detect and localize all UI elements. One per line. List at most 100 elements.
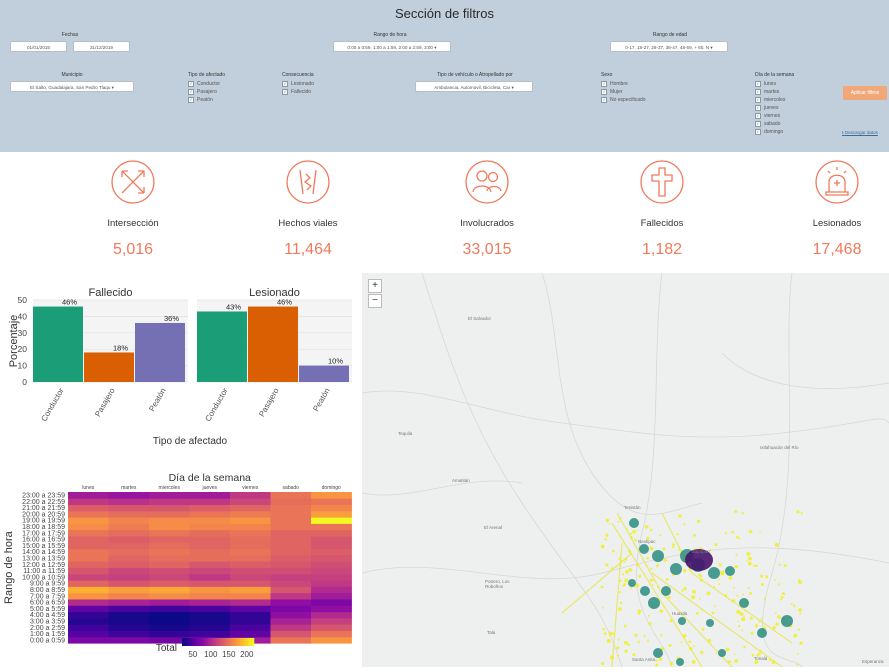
heatmap-cell [311, 630, 352, 638]
checkbox-viernes[interactable]: ✓ viernes [755, 112, 785, 120]
map-point [689, 647, 693, 651]
download-data-link[interactable]: ⭳ Descargar datos [842, 129, 878, 137]
zoom-out-button[interactable]: − [368, 294, 382, 308]
checkbox-mujer[interactable]: ✓ Mujer [601, 88, 646, 96]
heatmap-cell [108, 529, 150, 537]
heatmap-y-tick: 10:00 a 10:59 [22, 574, 65, 581]
checkbox-conductor[interactable]: ✓ Conductor [188, 80, 220, 88]
check-icon: ✓ [755, 89, 761, 95]
map-point [790, 602, 793, 605]
heatmap-cell [189, 542, 231, 550]
checkbox-sabado[interactable]: ✓ sabado [755, 120, 785, 128]
map-point [738, 624, 741, 628]
colorbar-segment [202, 638, 205, 646]
heatmap-y-tick: 22:00 a 22:59 [22, 499, 65, 506]
bar [197, 311, 247, 382]
map-point-large [670, 563, 682, 575]
map-point [700, 650, 704, 654]
map-point [634, 538, 637, 542]
heatmap-cell [68, 548, 109, 556]
date-end-input[interactable]: 31/12/2019 [73, 41, 130, 52]
map-point [604, 632, 607, 635]
cross-icon [640, 160, 684, 204]
date-start-input[interactable]: 01/01/2015 [10, 41, 67, 52]
map-point-large [652, 550, 664, 562]
map-place-label: Ixtlahuacán del Río [760, 445, 799, 450]
checkbox-jueves[interactable]: ✓ jueves [755, 104, 785, 112]
checkbox-lesionado[interactable]: ✓ Lesionado [282, 80, 314, 88]
map[interactable]: + − El Salvador Tequila Amatitán El Aren… [362, 273, 889, 667]
y-tick-label: 50 [18, 295, 28, 305]
checkbox-fallecido[interactable]: ✓ Fallecido [282, 88, 314, 96]
checkbox-hombre[interactable]: ✓ Hombre [601, 80, 646, 88]
map-canvas[interactable] [362, 273, 889, 667]
heatmap-cell [230, 586, 271, 594]
heatmap-cell [189, 592, 231, 600]
heatmap-cell [149, 504, 190, 512]
heatmap-y-tick: 11:00 a 11:59 [23, 568, 65, 575]
check-icon: ✓ [755, 105, 761, 111]
map-point [749, 616, 753, 620]
heatmap-cell [68, 636, 109, 644]
heatmap-cell [149, 492, 190, 499]
map-point [688, 640, 692, 644]
heatmap-cell [311, 599, 352, 606]
checkbox-pasajero[interactable]: ✓ Pasajero [188, 88, 220, 96]
map-point [665, 578, 669, 581]
checkbox-miercoles[interactable]: ✓ miercoles [755, 96, 785, 104]
heatmap-cell [270, 580, 312, 587]
heatmap-cell [230, 548, 271, 556]
rango-hora-select[interactable]: 0:00 a 0:59, 1:00 a 1:59, 2:00 a 2:59, 3… [333, 41, 451, 52]
checkbox-martes[interactable]: ✓ martes [755, 88, 785, 96]
heatmap-cell [270, 529, 312, 537]
map-point [701, 608, 704, 611]
map-point [676, 533, 679, 536]
map-point [651, 584, 654, 586]
colorbar-segment [194, 638, 197, 646]
checkbox-no-especificado[interactable]: ✓ No especificado [601, 96, 646, 104]
map-point [601, 606, 604, 609]
map-point [747, 561, 752, 566]
heatmap-cell [68, 573, 109, 581]
checkbox-peaton[interactable]: ✓ Peatón [188, 96, 220, 104]
heatmap-cell [270, 605, 312, 613]
heatmap-x-tick: viernes [242, 485, 259, 491]
checkbox-lunes[interactable]: ✓ lunes [755, 80, 785, 88]
x-tick-label: Pasajero [257, 386, 281, 418]
apply-filters-button[interactable]: Aplicar filtros [843, 86, 887, 100]
y-tick-label: 0 [22, 377, 27, 387]
checkbox-domingo[interactable]: ✓ domingo [755, 128, 785, 136]
heatmap-cell [230, 523, 271, 531]
map-point [630, 536, 633, 539]
zoom-in-button[interactable]: + [368, 279, 382, 293]
rango-edad-select[interactable]: 0-17, 18-27, 28-37, 38-47, 48-59, + 60, … [610, 41, 728, 52]
heatmap-cell [68, 605, 109, 613]
map-point [604, 538, 607, 541]
heatmap-cell [230, 567, 271, 575]
consecuencia-checklist: ✓ Lesionado ✓ Fallecido [282, 80, 314, 96]
map-point-large [708, 567, 720, 579]
heatmap-cell [230, 510, 271, 518]
heatmap-cell [311, 611, 352, 619]
map-point [644, 525, 649, 529]
colorbar-segment [206, 638, 209, 646]
heatmap-cell [189, 580, 231, 587]
map-point [771, 660, 776, 664]
heatmap-x-tick: domingo [322, 485, 341, 491]
map-point-large [706, 619, 714, 627]
heatmap-cell [230, 573, 271, 581]
check-icon: ✓ [755, 113, 761, 119]
heatmap-y-tick: 2:00 a 2:59 [30, 625, 65, 632]
sexo-checklist: ✓ Hombre ✓ Mujer ✓ No especificado [601, 80, 646, 104]
map-point [669, 661, 674, 666]
map-point [800, 512, 803, 515]
map-point [619, 579, 622, 583]
map-road [541, 273, 703, 515]
tipo-vehiculo-select[interactable]: Ambulancia, Automovil, Bicicleta, Car ▾ [415, 81, 533, 92]
kpi-value: 33,015 [462, 241, 512, 258]
municipio-select[interactable]: El Salto, Guadalajara, San Pedro Tlaqu ▾ [10, 81, 134, 92]
intersection-icon [111, 160, 155, 204]
heatmap-y-tick: 3:00 a 3:59 [30, 619, 65, 626]
map-point [798, 608, 802, 612]
heatmap-cell [230, 529, 271, 537]
